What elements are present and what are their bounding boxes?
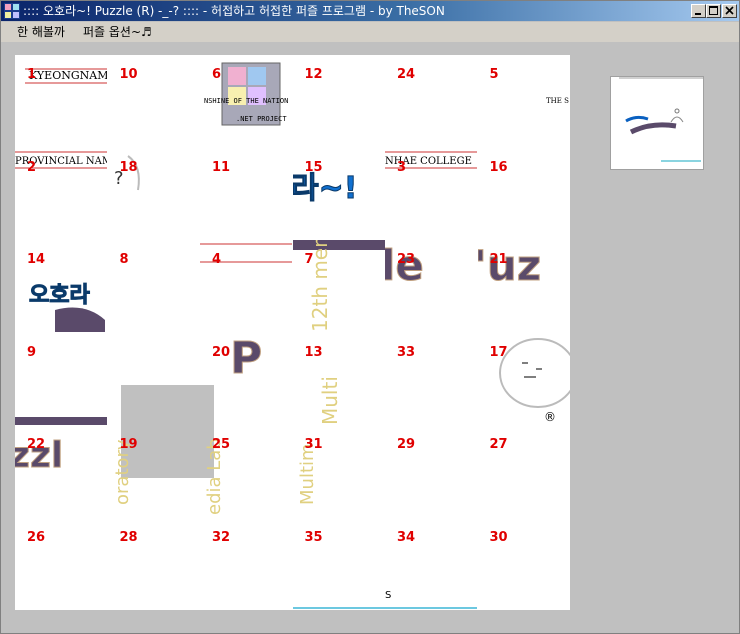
tile-number: 10 bbox=[119, 67, 138, 82]
puzzle-tile[interactable]: THE S 5 bbox=[478, 55, 570, 147]
svg-text:P: P bbox=[230, 333, 262, 384]
puzzle-tile[interactable]: 라~! 15 bbox=[293, 148, 385, 240]
tile-number: 21 bbox=[489, 252, 508, 267]
puzzle-board: KYEONGNAM 1 10 NSHINE OF THE NATION .NET PRO… bbox=[15, 55, 570, 610]
tile-number: 24 bbox=[397, 67, 416, 82]
tile-number: 25 bbox=[212, 437, 231, 452]
tile-number: 17 bbox=[489, 344, 508, 360]
tile-number: 35 bbox=[304, 529, 323, 545]
svg-text:THE S: THE S bbox=[546, 97, 569, 105]
puzzle-tile[interactable]: 10 bbox=[108, 55, 200, 147]
tile-number: 19 bbox=[119, 437, 138, 452]
tile-number: 12 bbox=[304, 67, 323, 82]
tile-number: 3 bbox=[397, 159, 407, 175]
tile-number: 13 bbox=[304, 344, 323, 360]
svg-text:Multi: Multi bbox=[318, 376, 342, 425]
tile-number: 22 bbox=[27, 437, 46, 452]
puzzle-tile[interactable]: 12th member 7 bbox=[292, 240, 385, 332]
app-window: :::: 오호라~! Puzzle (R) -_-? :::: - 허접하고 허… bbox=[0, 0, 740, 634]
tile-number: 28 bbox=[119, 529, 138, 545]
tile-number: 7 bbox=[304, 252, 314, 267]
puzzle-tile[interactable]: 35 bbox=[292, 518, 385, 610]
puzzle-tile[interactable]: Multi 13 bbox=[293, 333, 385, 425]
puzzle-tile[interactable]: PROVINCIAL NAM 2 bbox=[15, 148, 107, 240]
puzzle-tile[interactable]: oratory 19 bbox=[108, 425, 200, 517]
puzzle-tile[interactable]: 33 bbox=[385, 333, 477, 425]
puzzle-tile[interactable]: 9 bbox=[15, 333, 107, 425]
puzzle-tile[interactable]: 28 bbox=[108, 518, 200, 610]
svg-text:S: S bbox=[385, 590, 391, 601]
tile-number: 6 bbox=[212, 67, 222, 82]
preview-thumbnail bbox=[611, 77, 703, 169]
svg-text:NSHINE OF THE NATION: NSHINE OF THE NATION bbox=[204, 97, 288, 105]
close-button[interactable] bbox=[722, 4, 737, 18]
tile-number: 27 bbox=[489, 437, 508, 452]
tile-number: 1 bbox=[27, 67, 37, 82]
svg-text:오호라: 오호라 bbox=[29, 283, 90, 308]
tile-number: 11 bbox=[212, 159, 231, 175]
tile-number: 32 bbox=[212, 529, 231, 545]
tile-number: 4 bbox=[212, 252, 222, 267]
maximize-icon bbox=[709, 6, 718, 15]
tile-number: 18 bbox=[119, 159, 138, 175]
tile-number: 15 bbox=[304, 159, 323, 175]
svg-text:.NET PROJECT: .NET PROJECT bbox=[236, 115, 287, 123]
puzzle-tile[interactable]: 29 bbox=[385, 425, 477, 517]
menu-puzzle-options[interactable]: 퍼즐 옵션~♬ bbox=[81, 24, 154, 40]
puzzle-tile[interactable]: le 23 bbox=[385, 240, 477, 332]
puzzle-tile[interactable]: edia Lab 25 bbox=[200, 425, 292, 517]
svg-text:Multim: Multim bbox=[297, 443, 318, 505]
svg-text:®: ® bbox=[544, 410, 556, 424]
tile-number: 16 bbox=[489, 159, 508, 175]
puzzle-tile[interactable]: S 34 bbox=[385, 518, 477, 610]
puzzle-tile[interactable]: NSHINE OF THE NATION .NET PROJECT 6 bbox=[200, 55, 292, 147]
tile-number: 20 bbox=[212, 344, 231, 360]
window-title: :::: 오호라~! Puzzle (R) -_-? :::: - 허접하고 허… bbox=[23, 4, 445, 18]
tile-number: 14 bbox=[27, 252, 46, 267]
tile-number: 2 bbox=[27, 159, 37, 175]
puzzle-tile[interactable]: 30 bbox=[478, 518, 570, 610]
puzzle-tile[interactable]: KYEONGNAM 1 bbox=[15, 55, 107, 147]
tile-number: 29 bbox=[397, 437, 416, 452]
puzzle-tile[interactable]: 16 bbox=[478, 148, 570, 240]
menu-start[interactable]: 한 해볼까 bbox=[15, 24, 67, 40]
preview-image bbox=[611, 77, 703, 169]
puzzle-tile[interactable]: 오호라 14 bbox=[15, 240, 107, 332]
puzzle-tile[interactable]: 24 bbox=[385, 55, 477, 147]
puzzle-tile[interactable]: 11 bbox=[200, 148, 292, 240]
puzzle-tile[interactable]: NHAE COLLEGE 3 bbox=[385, 148, 477, 240]
minimize-icon bbox=[695, 13, 701, 15]
puzzle-tile[interactable]: ® 17 bbox=[478, 333, 570, 425]
puzzle-tile[interactable]: 26 bbox=[15, 518, 107, 610]
tile-number: 8 bbox=[119, 252, 129, 267]
svg-text:KYEONGNAM: KYEONGNAM bbox=[29, 69, 107, 82]
tile-number: 31 bbox=[304, 437, 323, 452]
puzzle-tile[interactable]: P 20 bbox=[200, 333, 292, 425]
puzzle-tile[interactable]: 8 bbox=[108, 240, 200, 332]
tile-number: 34 bbox=[397, 529, 416, 545]
title-bar[interactable]: :::: 오호라~! Puzzle (R) -_-? :::: - 허접하고 허… bbox=[1, 1, 739, 21]
puzzle-tile[interactable]: 12 bbox=[293, 55, 385, 147]
svg-text:라~!: 라~! bbox=[293, 171, 357, 206]
puzzle-tile[interactable]: ? 18 bbox=[108, 148, 200, 240]
tile-number: 5 bbox=[489, 67, 499, 82]
menu-bar: 한 해볼까 퍼즐 옵션~♬ bbox=[1, 22, 739, 42]
tile-number: 9 bbox=[27, 344, 37, 360]
puzzle-tile[interactable]: 4 bbox=[200, 240, 292, 332]
puzzle-tile[interactable]: 27 bbox=[478, 425, 570, 517]
tile-number: 26 bbox=[27, 529, 46, 545]
puzzle-tile[interactable]: 32 bbox=[200, 518, 292, 610]
puzzle-tile[interactable]: zzl 22 bbox=[15, 425, 107, 517]
close-icon bbox=[725, 6, 734, 15]
app-icon bbox=[4, 3, 20, 19]
tile-number: 33 bbox=[397, 344, 416, 360]
tile-number: 23 bbox=[397, 252, 416, 267]
svg-text:'uz: 'uz bbox=[478, 241, 541, 290]
tile-number: 30 bbox=[489, 529, 508, 545]
minimize-button[interactable] bbox=[691, 4, 706, 18]
puzzle-tile[interactable]: Multim 31 bbox=[293, 425, 385, 517]
puzzle-tile[interactable]: 'uz 21 bbox=[478, 240, 570, 332]
maximize-button[interactable] bbox=[706, 4, 721, 18]
